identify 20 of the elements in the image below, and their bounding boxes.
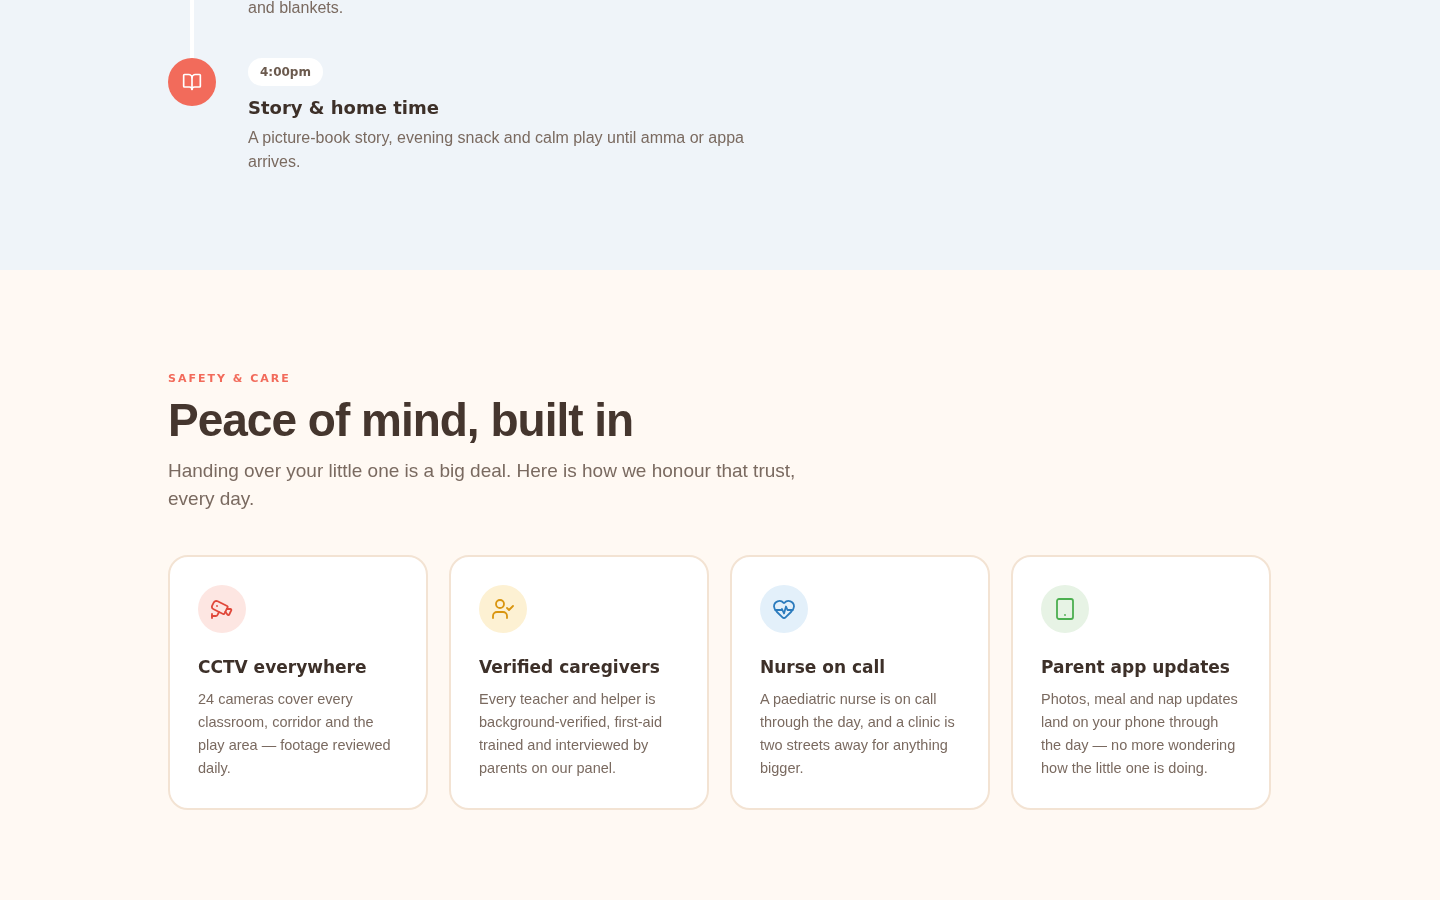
person-check-icon bbox=[479, 585, 527, 633]
feature-title: Parent app updates bbox=[1041, 656, 1230, 679]
time-badge: 4:00pm bbox=[248, 58, 323, 86]
security-camera-icon bbox=[198, 585, 246, 633]
feature-description: 24 cameras cover every classroom, corridor and the play area — footage reviewed daily. bbox=[198, 690, 392, 778]
feature-description: Photos, meal and nap updates land on your phone through the day — no more wondering how the little one is doing. bbox=[1041, 690, 1239, 778]
tablet-icon bbox=[1041, 585, 1089, 633]
timeline-title: Story & home time bbox=[248, 96, 439, 120]
section-eyebrow: SAFETY & CARE bbox=[168, 371, 291, 387]
section-heading: Peace of mind, built in bbox=[168, 393, 634, 447]
timeline-description: and blankets. bbox=[248, 0, 344, 18]
section-intro: Handing over your little one is a big deal. Here is how we honour that trust, every day. bbox=[168, 459, 797, 511]
feature-description: Every teacher and helper is background-verified, first-aid trained and interviewed by parents on our panel. bbox=[479, 690, 663, 778]
heart-pulse-icon bbox=[760, 585, 808, 633]
feature-description: A paediatric nurse is on call through the day, and a clinic is two streets away for anything bigger. bbox=[760, 690, 956, 778]
timeline-description: A picture-book story, evening snack and calm play until amma or appa arrives. bbox=[248, 128, 745, 172]
feature-title: Verified caregivers bbox=[479, 656, 660, 679]
feature-title: CCTV everywhere bbox=[198, 656, 367, 679]
book-icon bbox=[168, 58, 216, 106]
feature-title: Nurse on call bbox=[760, 656, 886, 679]
